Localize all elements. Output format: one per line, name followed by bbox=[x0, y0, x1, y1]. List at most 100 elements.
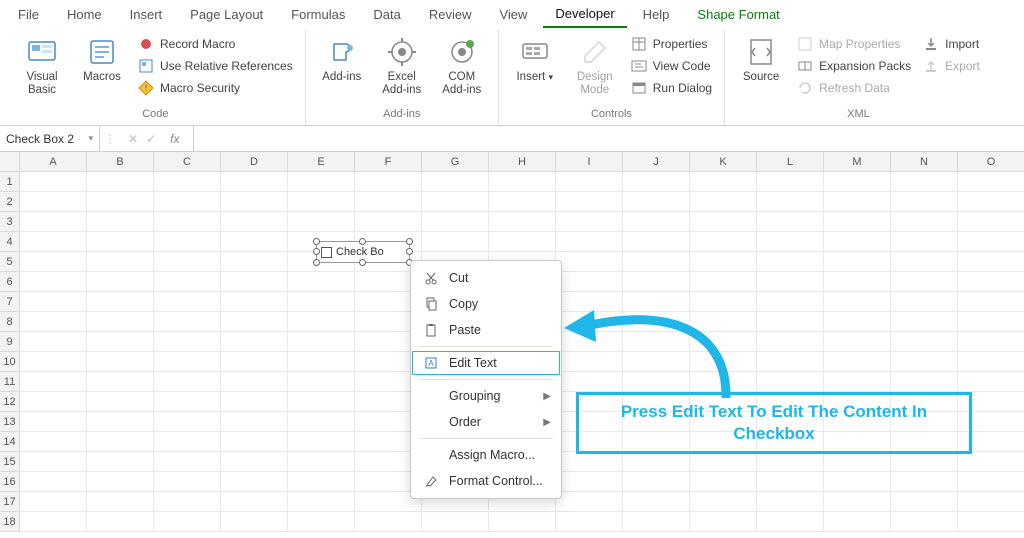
cell[interactable] bbox=[154, 432, 221, 452]
cell[interactable] bbox=[154, 252, 221, 272]
cell[interactable] bbox=[690, 472, 757, 492]
cell[interactable] bbox=[623, 192, 690, 212]
tab-file[interactable]: File bbox=[6, 2, 51, 27]
cell[interactable] bbox=[623, 452, 690, 472]
cell[interactable] bbox=[87, 492, 154, 512]
row-header[interactable]: 7 bbox=[0, 292, 20, 312]
cell[interactable] bbox=[958, 232, 1024, 252]
cell[interactable] bbox=[623, 272, 690, 292]
cell[interactable] bbox=[288, 472, 355, 492]
menu-assign-macro[interactable]: Assign Macro... bbox=[411, 442, 561, 468]
cell[interactable] bbox=[288, 412, 355, 432]
cell[interactable] bbox=[556, 292, 623, 312]
cell[interactable] bbox=[221, 272, 288, 292]
tab-review[interactable]: Review bbox=[417, 2, 484, 27]
cell[interactable] bbox=[958, 292, 1024, 312]
cell[interactable] bbox=[958, 192, 1024, 212]
cell[interactable] bbox=[355, 172, 422, 192]
cell[interactable] bbox=[824, 452, 891, 472]
column-header[interactable]: B bbox=[87, 152, 154, 172]
cell[interactable] bbox=[20, 352, 87, 372]
cell[interactable] bbox=[556, 352, 623, 372]
column-header[interactable]: K bbox=[690, 152, 757, 172]
cell[interactable] bbox=[824, 252, 891, 272]
cell[interactable] bbox=[891, 272, 958, 292]
row-header[interactable]: 15 bbox=[0, 452, 20, 472]
insert-control-button[interactable]: Insert ▾ bbox=[507, 32, 563, 88]
cell[interactable] bbox=[757, 312, 824, 332]
cell[interactable] bbox=[824, 172, 891, 192]
cell[interactable] bbox=[288, 352, 355, 372]
cell[interactable] bbox=[221, 372, 288, 392]
cell[interactable] bbox=[221, 492, 288, 512]
resize-handle[interactable] bbox=[359, 259, 366, 266]
cell[interactable] bbox=[556, 332, 623, 352]
cell[interactable] bbox=[221, 212, 288, 232]
cell[interactable] bbox=[20, 212, 87, 232]
excel-addins-button[interactable]: Excel Add-ins bbox=[374, 32, 430, 101]
cell[interactable] bbox=[221, 172, 288, 192]
menu-edit-text[interactable]: A Edit Text bbox=[411, 350, 561, 376]
resize-handle[interactable] bbox=[313, 248, 320, 255]
column-header[interactable]: E bbox=[288, 152, 355, 172]
row-header[interactable]: 10 bbox=[0, 352, 20, 372]
cell[interactable] bbox=[757, 452, 824, 472]
tab-shape-format[interactable]: Shape Format bbox=[685, 2, 791, 27]
cell[interactable] bbox=[958, 172, 1024, 192]
cell[interactable] bbox=[824, 272, 891, 292]
row-header[interactable]: 8 bbox=[0, 312, 20, 332]
cell[interactable] bbox=[757, 292, 824, 312]
cell[interactable] bbox=[20, 412, 87, 432]
cell[interactable] bbox=[623, 212, 690, 232]
cell[interactable] bbox=[221, 412, 288, 432]
column-header[interactable]: A bbox=[20, 152, 87, 172]
cell[interactable] bbox=[288, 192, 355, 212]
accept-formula-icon[interactable]: ✓ bbox=[146, 132, 156, 146]
cell[interactable] bbox=[824, 352, 891, 372]
cell[interactable] bbox=[20, 492, 87, 512]
tab-data[interactable]: Data bbox=[361, 2, 412, 27]
resize-handle[interactable] bbox=[406, 248, 413, 255]
cell[interactable] bbox=[623, 292, 690, 312]
cell[interactable] bbox=[958, 332, 1024, 352]
tab-insert[interactable]: Insert bbox=[118, 2, 175, 27]
cell[interactable] bbox=[556, 272, 623, 292]
cell[interactable] bbox=[824, 332, 891, 352]
cell[interactable] bbox=[288, 272, 355, 292]
cell[interactable] bbox=[20, 292, 87, 312]
cell[interactable] bbox=[154, 312, 221, 332]
cell[interactable] bbox=[891, 172, 958, 192]
tab-help[interactable]: Help bbox=[631, 2, 682, 27]
cell[interactable] bbox=[690, 232, 757, 252]
cell[interactable] bbox=[757, 372, 824, 392]
cell[interactable] bbox=[489, 232, 556, 252]
cell[interactable] bbox=[221, 312, 288, 332]
resize-handle[interactable] bbox=[313, 259, 320, 266]
cell[interactable] bbox=[355, 212, 422, 232]
cell[interactable] bbox=[87, 352, 154, 372]
cell[interactable] bbox=[891, 292, 958, 312]
fx-label[interactable]: fx bbox=[164, 132, 185, 146]
cell[interactable] bbox=[87, 452, 154, 472]
cell[interactable] bbox=[690, 312, 757, 332]
cell[interactable] bbox=[87, 332, 154, 352]
cell[interactable] bbox=[623, 512, 690, 532]
cell[interactable] bbox=[891, 192, 958, 212]
cell[interactable] bbox=[958, 472, 1024, 492]
cell[interactable] bbox=[891, 252, 958, 272]
cell[interactable] bbox=[757, 232, 824, 252]
cell[interactable] bbox=[87, 192, 154, 212]
cell[interactable] bbox=[288, 332, 355, 352]
cell[interactable] bbox=[20, 332, 87, 352]
cell[interactable] bbox=[958, 312, 1024, 332]
xml-source-button[interactable]: Source bbox=[733, 32, 789, 88]
cell[interactable] bbox=[87, 292, 154, 312]
cell[interactable] bbox=[556, 452, 623, 472]
tab-view[interactable]: View bbox=[487, 2, 539, 27]
addins-button[interactable]: Add-ins bbox=[314, 32, 370, 88]
cell[interactable] bbox=[288, 212, 355, 232]
column-header[interactable]: I bbox=[556, 152, 623, 172]
cell[interactable] bbox=[489, 212, 556, 232]
cell[interactable] bbox=[154, 172, 221, 192]
cell[interactable] bbox=[154, 372, 221, 392]
